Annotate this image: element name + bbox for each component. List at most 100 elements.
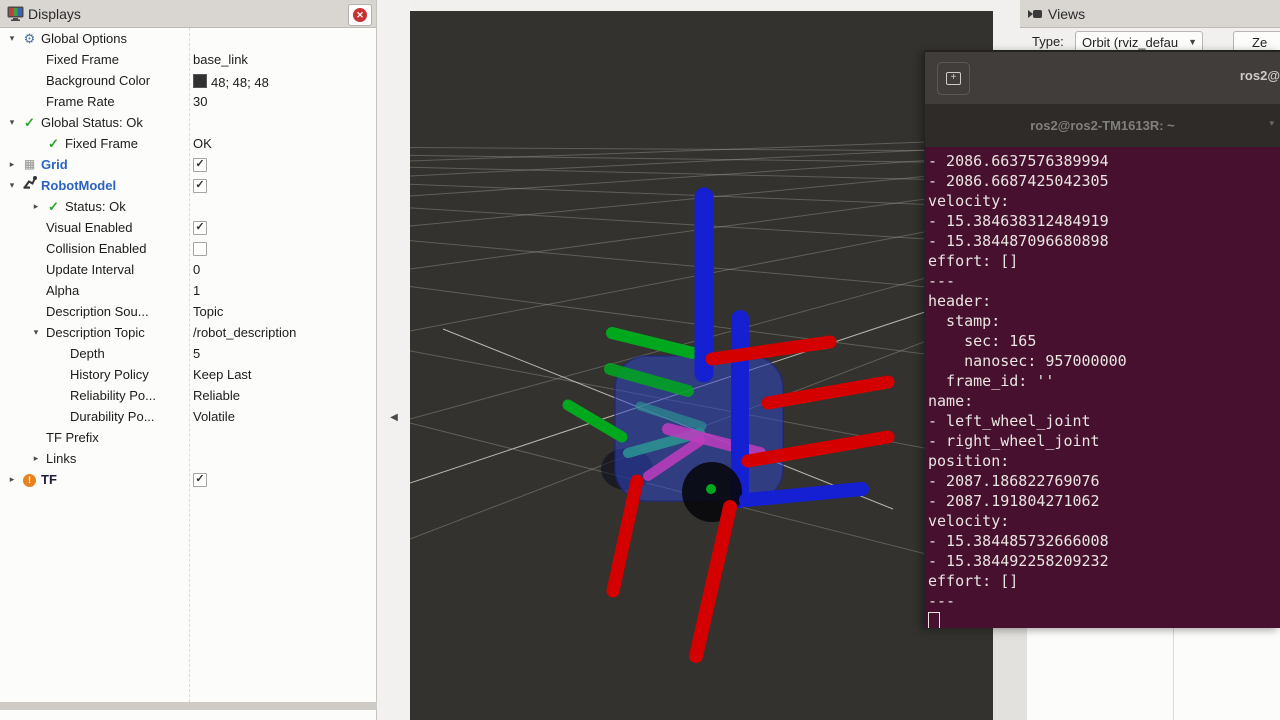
- new-tab-button[interactable]: +: [937, 62, 970, 95]
- grid-line: [410, 147, 993, 176]
- property-value[interactable]: 48; 48; 48: [193, 70, 269, 91]
- tree-row[interactable]: ▸Links: [0, 448, 376, 469]
- grid-line: [410, 167, 993, 181]
- status-ok-icon: ✓: [44, 133, 63, 154]
- tree-row[interactable]: ▾✓Global Status: Ok: [0, 112, 376, 133]
- displays-property-tree: ▾⚙Global OptionsFixed Framebase_linkBack…: [0, 28, 376, 702]
- expand-arrow-right-icon[interactable]: ▸: [28, 448, 44, 469]
- tree-row[interactable]: Description Sou...Topic: [0, 301, 376, 322]
- checkbox-unchecked[interactable]: [193, 242, 207, 256]
- chevron-down-icon[interactable]: ▾: [1269, 118, 1274, 129]
- property-value-text: 30: [193, 94, 207, 109]
- terminal-window: + ros2@ ros2@ros2-TM1613R: ~ ▾ - 2086.66…: [924, 50, 1280, 628]
- tree-row[interactable]: Update Interval 0: [0, 259, 376, 280]
- tree-row[interactable]: Collision Enabled: [0, 238, 376, 259]
- terminal-tab[interactable]: ros2@ros2-TM1613R: ~: [1030, 118, 1175, 133]
- tree-row[interactable]: Fixed Framebase_link: [0, 49, 376, 70]
- property-value[interactable]: Topic: [193, 301, 223, 322]
- terminal-content[interactable]: - 2086.6637576389994- 2086.6687425042305…: [925, 147, 1280, 628]
- property-value-text: 5: [193, 346, 200, 361]
- property-label: Links: [46, 448, 76, 469]
- terminal-line: - 2087.186822769076: [928, 471, 1280, 491]
- tree-row[interactable]: ▸▦Grid ✓: [0, 154, 376, 175]
- property-value[interactable]: OK: [193, 133, 212, 154]
- tree-row[interactable]: TF Prefix: [0, 427, 376, 448]
- y-axis-rod: [568, 405, 622, 437]
- terminal-line: - 15.384492258209232: [928, 551, 1280, 571]
- tree-row[interactable]: ▸✓Status: Ok: [0, 196, 376, 217]
- terminal-line: - 15.384485732666008: [928, 531, 1280, 551]
- dock-splitter[interactable]: ◀: [377, 0, 410, 720]
- tree-row[interactable]: Reliability Po...Reliable: [0, 385, 376, 406]
- property-value[interactable]: Volatile: [193, 406, 235, 427]
- expand-arrow-right-icon[interactable]: ▸: [28, 196, 44, 217]
- tree-row[interactable]: Visual Enabled ✓: [0, 217, 376, 238]
- property-value[interactable]: 0: [193, 259, 200, 280]
- tree-row[interactable]: Alpha1: [0, 280, 376, 301]
- tree-row[interactable]: Background Color48; 48; 48: [0, 70, 376, 91]
- property-value[interactable]: 30: [193, 91, 207, 112]
- terminal-titlebar[interactable]: + ros2@: [925, 52, 1280, 104]
- expand-arrow-down-icon[interactable]: ▾: [4, 28, 20, 49]
- terminal-line: velocity:: [928, 191, 1280, 211]
- property-value[interactable]: Keep Last: [193, 364, 252, 385]
- tree-row[interactable]: Depth5: [0, 343, 376, 364]
- property-label: Visual Enabled: [46, 217, 133, 238]
- displays-panel-icon: [7, 6, 24, 21]
- tree-row[interactable]: Durability Po... Volatile: [0, 406, 376, 427]
- property-label: Collision Enabled: [46, 238, 146, 259]
- tree-row[interactable]: ▾Description Topic/robot_description: [0, 322, 376, 343]
- property-value-text: 48; 48; 48: [211, 75, 269, 90]
- checkbox-checked[interactable]: ✓: [193, 473, 207, 487]
- property-label: Global Status: Ok: [41, 112, 143, 133]
- view-type-value: Orbit (rviz_defau: [1082, 35, 1178, 50]
- terminal-line: position:: [928, 451, 1280, 471]
- robot-model: [568, 197, 888, 656]
- property-label: Durability Po...: [70, 406, 155, 427]
- expand-arrow-right-icon[interactable]: ▸: [4, 154, 20, 175]
- terminal-cursor: [928, 612, 940, 628]
- view-type-dropdown[interactable]: Orbit (rviz_defau ▼: [1075, 31, 1203, 52]
- property-value[interactable]: 1: [193, 280, 200, 301]
- displays-panel-titlebar[interactable]: Displays ✕: [0, 0, 376, 28]
- status-ok-icon: ✓: [44, 196, 63, 217]
- status-ok-icon: ✓: [20, 112, 39, 133]
- property-value[interactable]: /robot_description: [193, 322, 296, 343]
- property-value[interactable]: 5: [193, 343, 200, 364]
- x-axis-rod: [696, 507, 730, 656]
- new-tab-icon: +: [946, 72, 961, 85]
- tree-row[interactable]: ▾RobotModel✓: [0, 175, 376, 196]
- y-axis-rod: [612, 333, 693, 353]
- tree-row[interactable]: Frame Rate30: [0, 91, 376, 112]
- terminal-line: sec: 165: [928, 331, 1280, 351]
- views-panel-titlebar[interactable]: Views: [1020, 0, 1280, 28]
- checkbox-checked[interactable]: ✓: [193, 221, 207, 235]
- views-list-area[interactable]: [1027, 628, 1280, 720]
- grid-icon: ▦: [20, 154, 39, 175]
- checkbox-checked[interactable]: ✓: [193, 179, 207, 193]
- property-value-text: Reliable: [193, 388, 240, 403]
- displays-panel-title: Displays: [28, 6, 81, 22]
- expand-arrow-down-icon[interactable]: ▾: [4, 112, 20, 133]
- tree-row[interactable]: ✓Fixed FrameOK: [0, 133, 376, 154]
- terminal-line: ---: [928, 591, 1280, 611]
- property-value-text: Volatile: [193, 409, 235, 424]
- wheel-joint-dot: [706, 484, 716, 494]
- expand-arrow-down-icon[interactable]: ▾: [4, 175, 20, 196]
- tree-row[interactable]: ▾⚙Global Options: [0, 28, 376, 49]
- expand-arrow-down-icon[interactable]: ▾: [28, 322, 44, 343]
- checkbox-checked[interactable]: ✓: [193, 158, 207, 172]
- collapse-left-triangle-icon[interactable]: ◀: [387, 405, 401, 431]
- terminal-line: header:: [928, 291, 1280, 311]
- property-value[interactable]: Reliable: [193, 385, 240, 406]
- tree-row[interactable]: ▸!TF✓: [0, 469, 376, 490]
- tree-row[interactable]: History PolicyKeep Last: [0, 364, 376, 385]
- displays-close-button[interactable]: ✕: [348, 4, 372, 26]
- expand-arrow-right-icon[interactable]: ▸: [4, 469, 20, 490]
- property-label: TF: [41, 469, 57, 490]
- zero-button[interactable]: Ze: [1233, 31, 1280, 52]
- property-label: Grid: [41, 154, 68, 175]
- property-value[interactable]: base_link: [193, 49, 248, 70]
- render-viewport[interactable]: [410, 11, 993, 720]
- property-label: Update Interval: [46, 259, 134, 280]
